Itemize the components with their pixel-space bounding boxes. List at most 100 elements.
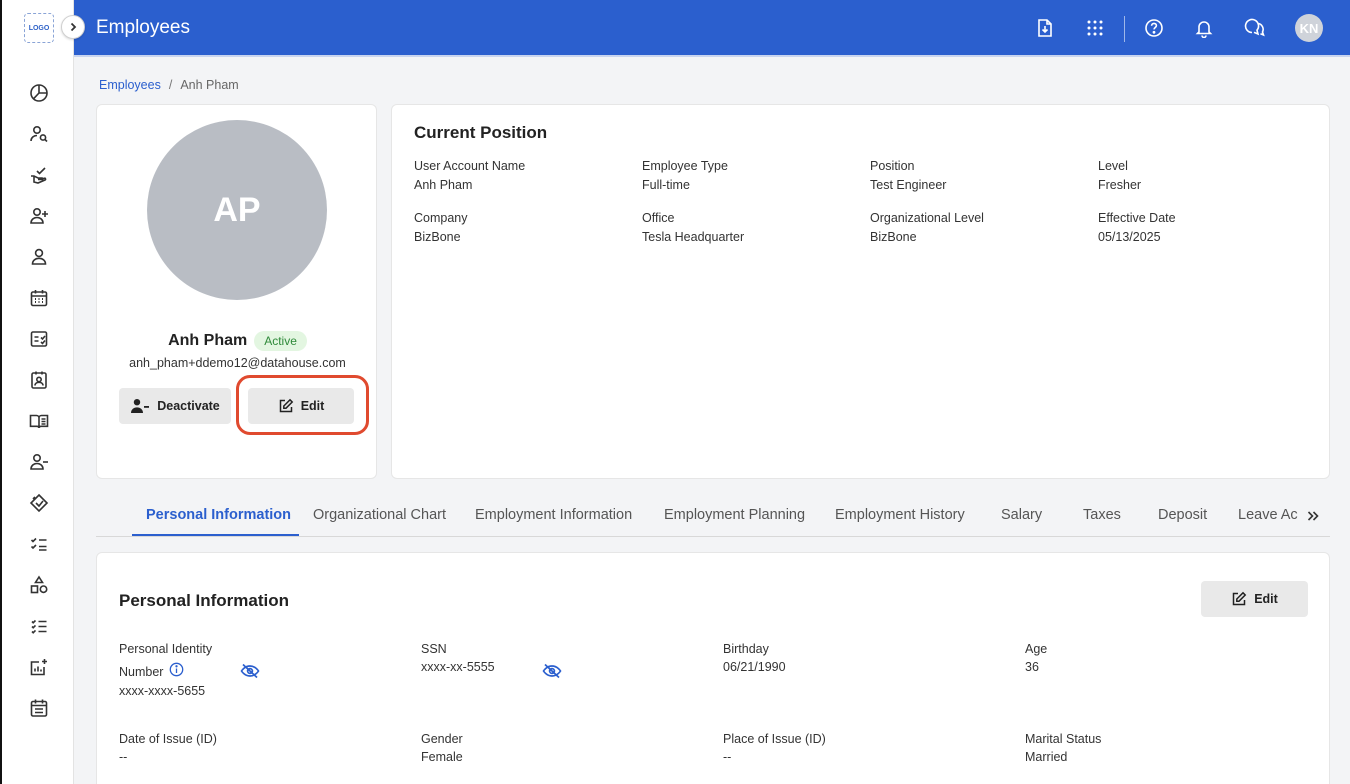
- shapes-icon: [30, 575, 48, 593]
- deactivate-button[interactable]: Deactivate: [119, 388, 231, 424]
- bell-icon: [1195, 21, 1213, 38]
- book-open-icon: [29, 414, 49, 428]
- birthday-value: 06/21/1990: [723, 660, 786, 674]
- messages-button[interactable]: [1244, 17, 1266, 39]
- personal-information-title: Personal Information: [119, 591, 290, 610]
- field-label: Organizational Level: [870, 211, 984, 225]
- breadcrumb-current: Anh Pham: [180, 78, 239, 92]
- tab-employment-information[interactable]: Employment Information: [475, 507, 632, 523]
- place-of-issue-label: Place of Issue (ID): [723, 732, 826, 746]
- chat-icon: [1244, 18, 1265, 37]
- user-remove-icon: [131, 399, 150, 413]
- edit-personal-info-button[interactable]: Edit: [1201, 581, 1308, 617]
- name-row: Anh Pham Active: [97, 331, 378, 351]
- analytics-add-icon: [30, 658, 47, 675]
- employee-name: Anh Pham: [168, 332, 248, 349]
- sidebar-collapse-button[interactable]: [61, 15, 85, 39]
- user-remove-icon: [30, 453, 48, 470]
- sidebar-item-reports[interactable]: [2, 646, 76, 687]
- calendar-icon: [30, 289, 48, 306]
- sidebar-item-timesheet[interactable]: [2, 318, 76, 359]
- download-report-button[interactable]: [1034, 17, 1056, 39]
- calendar-notes-icon: [30, 699, 48, 717]
- active-tab-indicator: [132, 534, 299, 536]
- age-label: Age: [1025, 642, 1048, 656]
- user-icon: [31, 248, 47, 265]
- user-add-icon: [30, 207, 48, 224]
- eye-off-icon[interactable]: [240, 663, 260, 679]
- checklist-card-icon: [30, 330, 48, 347]
- help-icon: [1145, 19, 1163, 37]
- sidebar-item-tasks[interactable]: [2, 523, 76, 564]
- tab-taxes[interactable]: Taxes: [1083, 507, 1121, 523]
- tab-clip: Leave Ac: [1238, 500, 1298, 534]
- sidebar-item-checklists[interactable]: [2, 605, 76, 646]
- apps-button[interactable]: [1084, 17, 1106, 39]
- marital-status-value: Married: [1025, 750, 1068, 764]
- breadcrumb: Employees / Anh Pham: [99, 78, 239, 92]
- sidebar-item-benefits[interactable]: [2, 482, 76, 523]
- current-position-card: Current Position User Account Name Anh P…: [391, 104, 1330, 479]
- field-label: User Account Name: [414, 159, 526, 173]
- tab-leave-accrual[interactable]: Leave Ac: [1238, 507, 1298, 523]
- user-search-icon: [30, 125, 48, 142]
- pid-label: Personal Identity: [119, 642, 213, 656]
- deactivate-label: Deactivate: [157, 399, 220, 413]
- pid-value: xxxx-xxxx-5655: [119, 684, 206, 698]
- tab-organizational-chart[interactable]: Organizational Chart: [313, 507, 446, 523]
- file-download-icon: [1038, 19, 1052, 37]
- sidebar-item-recruitment[interactable]: [2, 113, 76, 154]
- profile-card: AP Anh Pham Active anh_pham+ddemo12@data…: [96, 104, 377, 479]
- sidebar-item-add-employee[interactable]: [2, 195, 76, 236]
- edit-label: Edit: [1254, 592, 1278, 606]
- field-label: Level: [1098, 159, 1128, 173]
- field-value: BizBone: [870, 230, 917, 244]
- profile-tabs: Personal Information Organizational Char…: [96, 500, 1330, 537]
- status-badge: Active: [254, 331, 307, 351]
- breadcrumb-employees-link[interactable]: Employees: [99, 78, 161, 92]
- sidebar-item-directory[interactable]: [2, 359, 76, 400]
- sidebar-item-assets[interactable]: [2, 564, 76, 605]
- tabs-scroll-right-button[interactable]: [1303, 506, 1323, 526]
- birthday-label: Birthday: [723, 642, 769, 656]
- user-avatar[interactable]: KN: [1295, 14, 1323, 42]
- top-header: Employees KN: [74, 0, 1350, 57]
- place-of-issue-value: --: [723, 750, 732, 764]
- date-of-issue-label: Date of Issue (ID): [119, 732, 217, 746]
- tab-personal-information[interactable]: Personal Information: [146, 507, 291, 523]
- tab-employment-history[interactable]: Employment History: [835, 507, 965, 523]
- sidebar-nav: [2, 72, 76, 728]
- date-of-issue-value: --: [119, 750, 128, 764]
- field-value: Tesla Headquarter: [642, 230, 745, 244]
- field-value: Anh Pham: [414, 178, 473, 192]
- field-value: BizBone: [414, 230, 461, 244]
- tab-salary[interactable]: Salary: [1001, 507, 1042, 523]
- ssn-value: xxxx-xx-5555: [421, 660, 495, 674]
- field-label: Position: [870, 159, 915, 173]
- contact-card-icon: [31, 371, 47, 389]
- help-button[interactable]: [1143, 17, 1165, 39]
- info-icon[interactable]: [169, 662, 184, 677]
- pid-label-line2: Number: [119, 665, 164, 679]
- sidebar-item-offboarding[interactable]: [2, 441, 76, 482]
- sidebar-item-events[interactable]: [2, 687, 76, 728]
- list-check-icon: [31, 619, 47, 634]
- sidebar-item-dashboard[interactable]: [2, 72, 76, 113]
- current-position-title: Current Position: [414, 123, 548, 142]
- field-value: Test Engineer: [870, 178, 947, 192]
- sidebar-item-handbook[interactable]: [2, 400, 76, 441]
- ssn-label: SSN: [421, 642, 447, 656]
- field-label: Company: [414, 211, 468, 225]
- notifications-button[interactable]: [1193, 17, 1215, 39]
- logo[interactable]: LOGO: [24, 13, 54, 43]
- marital-status-label: Marital Status: [1025, 732, 1102, 746]
- field-label: Office: [642, 211, 675, 225]
- eye-off-icon[interactable]: [542, 663, 562, 679]
- field-value: Full-time: [642, 178, 690, 192]
- sidebar-item-calendar[interactable]: [2, 277, 76, 318]
- sidebar-item-employees[interactable]: [2, 236, 76, 277]
- tab-deposit[interactable]: Deposit: [1158, 507, 1207, 523]
- field-label: Effective Date: [1098, 211, 1176, 225]
- tab-employment-planning[interactable]: Employment Planning: [664, 507, 805, 523]
- sidebar-item-onboarding[interactable]: [2, 154, 76, 195]
